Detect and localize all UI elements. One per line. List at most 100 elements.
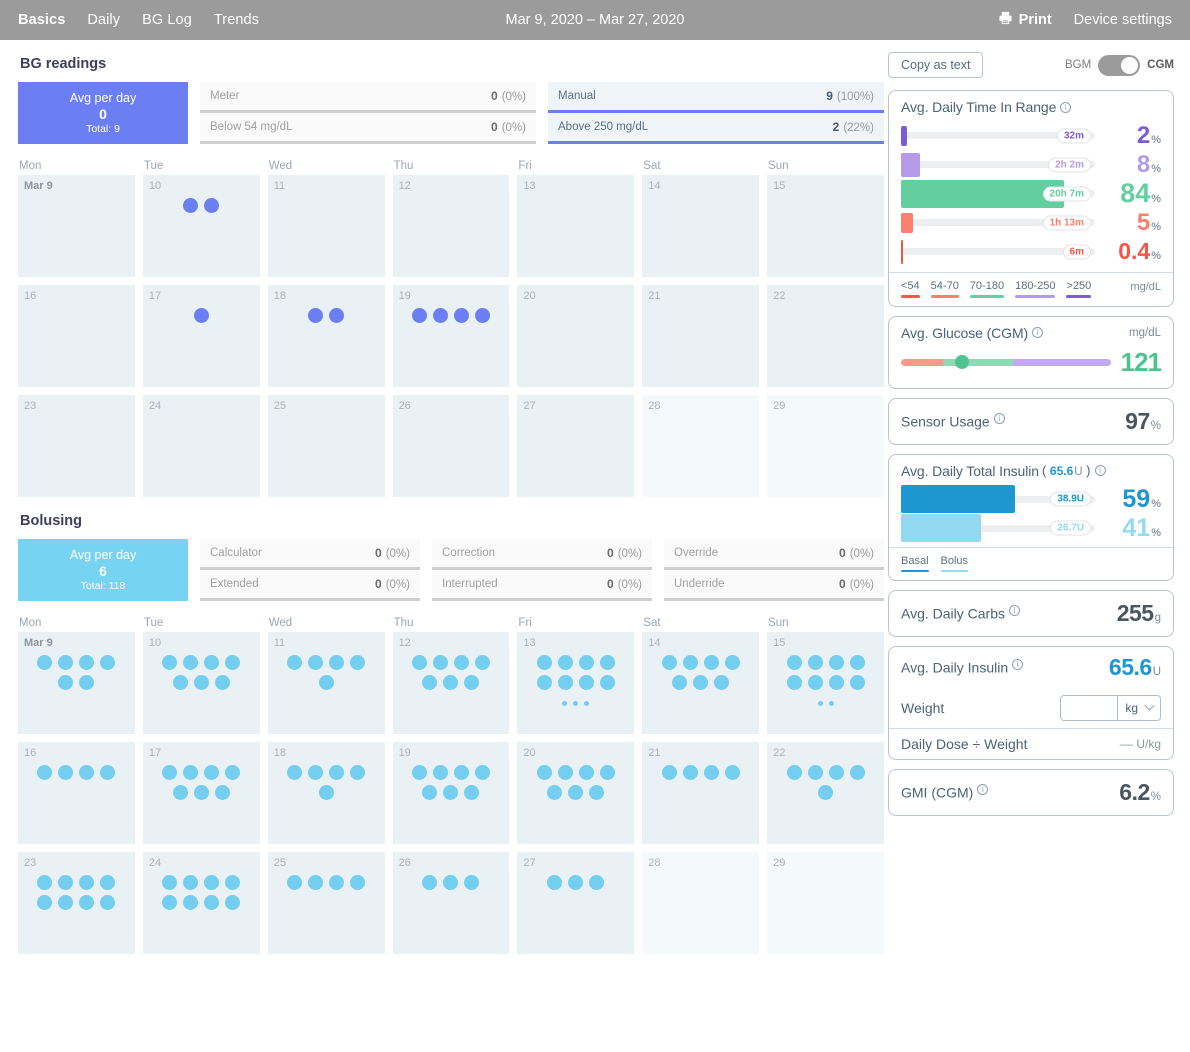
day-cell[interactable]: Mar 9 — [18, 175, 135, 277]
legend-color-bar — [901, 570, 929, 573]
day-cell[interactable]: 16 — [18, 742, 135, 844]
day-cell[interactable]: 21 — [642, 742, 759, 844]
day-cell[interactable]: 10 — [143, 175, 260, 277]
reading-dot — [808, 765, 823, 780]
day-cell[interactable]: 17 — [143, 742, 260, 844]
day-cell[interactable]: 13 — [517, 632, 634, 734]
day-number: 12 — [399, 180, 504, 192]
toggle-switch[interactable] — [1098, 55, 1140, 76]
day-number: 26 — [399, 857, 504, 869]
nav-tab-bg-log[interactable]: BG Log — [142, 12, 192, 28]
bg-avg-per-day-box: Avg per day 0 Total: 9 — [18, 82, 188, 144]
day-cell[interactable]: 19 — [393, 285, 510, 387]
percent-value: 0.4% — [1099, 238, 1161, 265]
day-cell[interactable]: Mar 9 — [18, 632, 135, 734]
reading-dot — [808, 655, 823, 670]
day-cell[interactable]: 10 — [143, 632, 260, 734]
day-cell[interactable]: 22 — [767, 285, 884, 387]
day-cell[interactable]: 18 — [268, 285, 385, 387]
day-cell[interactable]: 28 — [642, 395, 759, 497]
percent-unit: % — [1151, 163, 1161, 175]
day-cell[interactable]: 20 — [517, 285, 634, 387]
reading-dot — [850, 765, 865, 780]
legend-item[interactable]: 70-180 — [970, 280, 1004, 298]
reading-dot — [579, 765, 594, 780]
legend-label: 54-70 — [931, 280, 959, 292]
reading-dot — [787, 655, 802, 670]
day-cell[interactable]: 12 — [393, 632, 510, 734]
info-icon[interactable]: i — [1095, 465, 1106, 476]
avg-carbs-row: Avg. Daily Carbsi 255g — [889, 591, 1173, 636]
day-cell[interactable]: 25 — [268, 395, 385, 497]
weekday-header: Tue — [143, 617, 260, 629]
day-cell[interactable]: 27 — [517, 395, 634, 497]
day-cell[interactable]: 26 — [393, 395, 510, 497]
info-icon[interactable]: i — [994, 413, 1005, 424]
day-cell[interactable]: 29 — [767, 852, 884, 954]
day-cell[interactable]: 27 — [517, 852, 634, 954]
day-number: 25 — [274, 400, 379, 412]
print-button[interactable]: Print — [998, 11, 1052, 29]
day-cell[interactable]: 11 — [268, 175, 385, 277]
info-icon[interactable]: i — [1012, 659, 1023, 670]
day-cell[interactable]: 17 — [143, 285, 260, 387]
legend-item[interactable]: >250 — [1066, 280, 1091, 298]
stat-label: Calculator — [210, 547, 262, 559]
reading-dot — [308, 655, 323, 670]
reading-dot — [443, 785, 458, 800]
bgm-cgm-toggle[interactable]: BGM CGM — [1065, 55, 1174, 76]
day-cell[interactable]: 11 — [268, 632, 385, 734]
day-cell[interactable]: 19 — [393, 742, 510, 844]
day-cell[interactable]: 25 — [268, 852, 385, 954]
legend-item[interactable]: <54 — [901, 280, 920, 298]
legend-item[interactable]: Bolus — [941, 555, 969, 573]
legend-item[interactable]: Basal — [901, 555, 929, 573]
day-dots — [24, 869, 129, 910]
avg-insulin-unit: U — [1153, 666, 1161, 678]
day-cell[interactable]: 22 — [767, 742, 884, 844]
reading-dot — [475, 765, 490, 780]
day-cell[interactable]: 24 — [143, 395, 260, 497]
nav-tab-daily[interactable]: Daily — [87, 12, 120, 28]
stat-percent: (22%) — [843, 122, 874, 134]
weekday-header: Thu — [393, 160, 510, 172]
day-cell[interactable]: 26 — [393, 852, 510, 954]
day-cell[interactable]: 15 — [767, 632, 884, 734]
sensor-usage-card: Sensor Usagei 97% — [888, 398, 1174, 445]
day-number: 17 — [149, 747, 254, 759]
day-cell[interactable]: 13 — [517, 175, 634, 277]
day-dots — [773, 649, 878, 706]
day-cell[interactable]: 24 — [143, 852, 260, 954]
reading-dot — [162, 895, 177, 910]
nav-tab-trends[interactable]: Trends — [214, 12, 259, 28]
day-cell[interactable]: 12 — [393, 175, 510, 277]
device-settings-link[interactable]: Device settings — [1074, 12, 1172, 28]
day-cell[interactable]: 28 — [642, 852, 759, 954]
day-dots — [399, 869, 504, 890]
legend-item[interactable]: 180-250 — [1015, 280, 1055, 298]
weight-input-group[interactable]: kg — [1060, 695, 1161, 721]
info-icon[interactable]: i — [977, 784, 988, 795]
day-cell[interactable]: 20 — [517, 742, 634, 844]
day-cell[interactable]: 23 — [18, 852, 135, 954]
day-cell[interactable]: 14 — [642, 175, 759, 277]
day-cell[interactable]: 21 — [642, 285, 759, 387]
info-icon[interactable]: i — [1060, 102, 1071, 113]
day-cell[interactable]: 14 — [642, 632, 759, 734]
bg-avg-value: 0 — [99, 106, 107, 122]
copy-as-text-button[interactable]: Copy as text — [888, 52, 983, 78]
legend-item[interactable]: 54-70 — [931, 280, 959, 298]
day-cell[interactable]: 29 — [767, 395, 884, 497]
weight-unit-select[interactable]: kg — [1117, 696, 1160, 720]
day-cell[interactable]: 16 — [18, 285, 135, 387]
day-cell[interactable]: 23 — [18, 395, 135, 497]
info-icon[interactable]: i — [1009, 605, 1020, 616]
day-cell[interactable]: 15 — [767, 175, 884, 277]
toggle-label-cgm: CGM — [1147, 59, 1174, 71]
nav-tab-basics[interactable]: Basics — [18, 12, 65, 28]
day-cell[interactable]: 18 — [268, 742, 385, 844]
avg-carbs-card: Avg. Daily Carbsi 255g — [888, 590, 1174, 637]
info-icon[interactable]: i — [1032, 327, 1043, 338]
reading-dot — [537, 655, 552, 670]
weight-input[interactable] — [1061, 696, 1117, 720]
